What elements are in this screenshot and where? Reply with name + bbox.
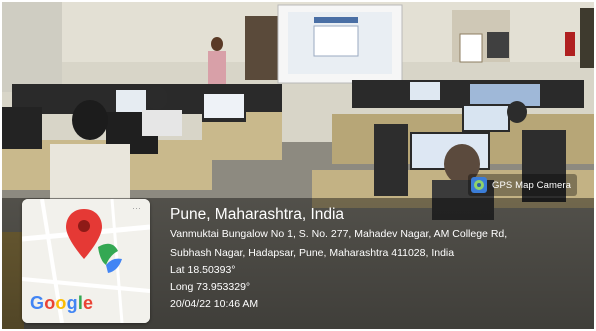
gps-map-camera-icon: [471, 177, 487, 193]
google-logo-letter: o: [55, 293, 67, 313]
google-logo-letter: o: [44, 293, 56, 313]
google-logo-letter: g: [66, 293, 78, 313]
google-logo-letter: G: [30, 293, 45, 313]
location-info: Pune, Maharashtra, India Vanmuktai Bunga…: [170, 205, 507, 313]
location-title: Pune, Maharashtra, India: [170, 206, 345, 223]
address-line-2: Subhash Nagar, Hadapsar, Pune, Maharasht…: [170, 247, 455, 259]
gps-map-camera-label: GPS Map Camera: [492, 179, 572, 191]
photo-frame: GPS Map Camera ··· Google Pune, Maharash…: [2, 2, 594, 329]
google-logo-letter: e: [83, 293, 94, 313]
gps-map-camera-badge: GPS Map Camera: [468, 174, 578, 196]
latitude: Lat 18.50393°: [170, 264, 236, 276]
svg-text:···: ···: [132, 203, 141, 213]
timestamp: 20/04/22 10:46 AM: [170, 298, 259, 310]
mini-map: ··· Google: [22, 199, 150, 323]
google-logo: Google: [30, 293, 93, 314]
address-line-1: Vanmuktai Bungalow No 1, S. No. 277, Mah…: [170, 228, 508, 240]
longitude: Long 73.953329°: [170, 281, 251, 293]
